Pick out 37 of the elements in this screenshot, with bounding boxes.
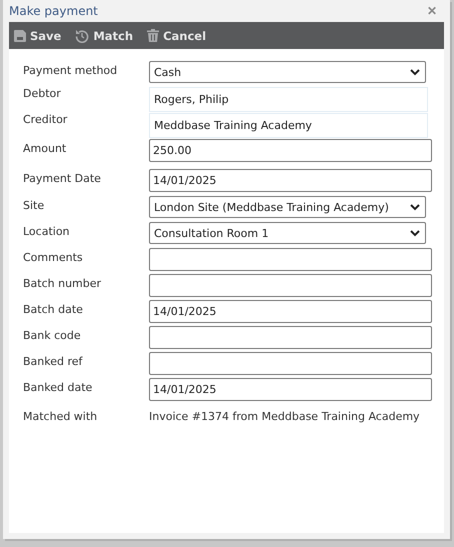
input-field[interactable] [149, 248, 432, 271]
save-button[interactable]: Save [14, 28, 62, 42]
cancel-button[interactable]: Cancel [147, 28, 206, 42]
input-field[interactable]: 14/01/2025 [149, 300, 432, 323]
field-label: Batch date [23, 302, 84, 316]
field-label: Site [23, 198, 46, 212]
dropdown[interactable]: Consultation Room 1 [149, 222, 426, 244]
field-label: Batch number [23, 276, 102, 290]
dropdown[interactable]: Cash [149, 61, 426, 83]
trash-icon [147, 29, 160, 42]
dropdown[interactable]: London Site (Meddbase Training Academy) [149, 196, 426, 218]
field-label: Payment Date [23, 171, 102, 185]
field-label: Amount [23, 141, 68, 155]
undo-icon [75, 28, 90, 42]
readonly-field: Rogers, Philip [149, 87, 428, 112]
field-label: Banked date [23, 380, 94, 394]
field-value: Invoice #1374 from Meddbase Training Academy [149, 409, 420, 423]
field-label: Payment method [23, 63, 118, 77]
dialog-title: Make payment [9, 4, 98, 18]
chevron-down-icon [410, 230, 420, 236]
input-field[interactable]: 14/01/2025 [149, 169, 432, 192]
input-field[interactable]: 250.00 [149, 139, 432, 162]
field-label: Creditor [23, 113, 68, 126]
field-label: Comments [23, 250, 84, 264]
match-button[interactable]: Match [75, 28, 134, 42]
chevron-down-icon [410, 68, 420, 76]
field-label: Bank code [23, 328, 82, 342]
chevron-down-icon [410, 204, 420, 210]
readonly-field: Meddbase Training Academy [149, 113, 428, 138]
input-field[interactable] [149, 274, 432, 297]
field-label: Debtor [23, 87, 62, 100]
input-field[interactable] [149, 352, 432, 375]
input-field[interactable]: 14/01/2025 [149, 378, 432, 401]
field-label: Matched with [23, 409, 98, 423]
field-label: Location [23, 224, 71, 238]
field-label: Banked ref [23, 354, 84, 368]
input-field[interactable] [149, 326, 432, 349]
